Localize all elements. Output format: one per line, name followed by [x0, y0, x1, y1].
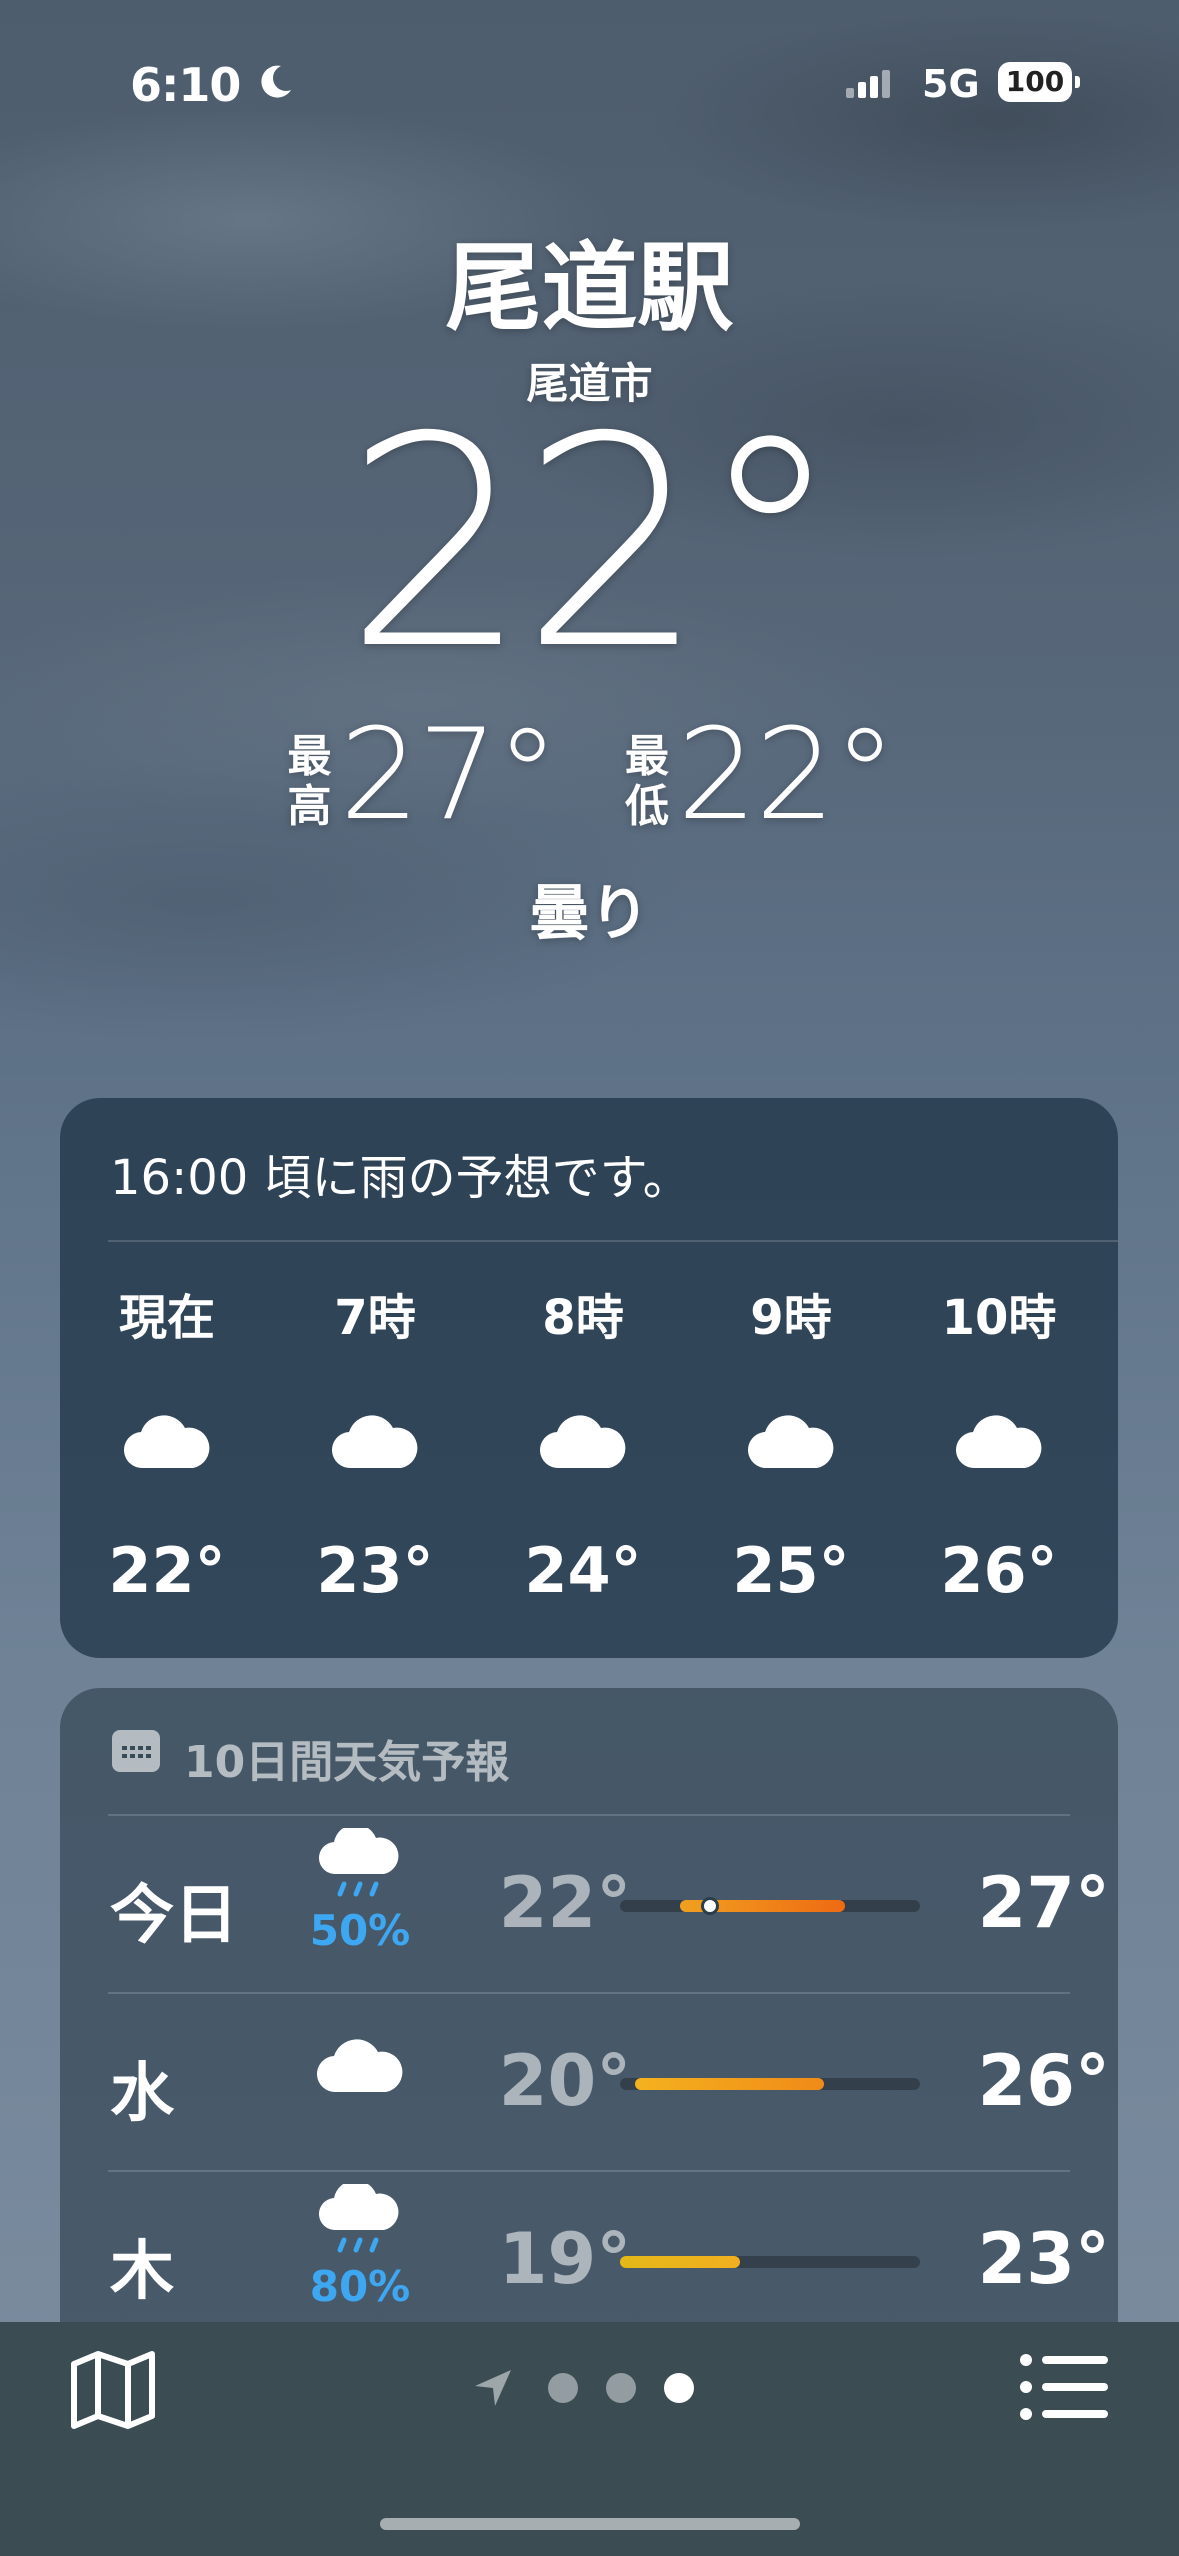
cloud-icon — [123, 1415, 210, 1469]
rain-summary: 16:00 頃に雨の予想です。 — [110, 1150, 691, 1206]
status-time: 6:10 — [130, 58, 241, 112]
divider — [108, 1240, 1118, 1242]
cloud-icon — [955, 1415, 1042, 1469]
hourly-forecast-card[interactable]: 16:00 頃に雨の予想です。 現在 22° 7時 23° 8時 24° 9時 25° 10時 2… — [60, 1098, 1118, 1658]
hour-temp: 24° — [524, 1534, 642, 1607]
temp-range-fill — [620, 2256, 740, 2268]
day-label: 木 — [110, 2235, 174, 2309]
page-dot[interactable] — [606, 2373, 637, 2403]
weather-icon-box — [305, 2036, 415, 2100]
signal-icon — [846, 70, 894, 98]
weather-icon-box: 80% — [305, 2180, 415, 2311]
forecast-row[interactable]: 今日 50% 22° 27° — [60, 1814, 1118, 1992]
hour-label: 現在 — [118, 1290, 215, 1346]
page-indicator[interactable] — [0, 2366, 1179, 2410]
cloud-icon — [316, 2039, 403, 2093]
hour-temp: 26° — [940, 1534, 1058, 1607]
forecast-title: 10日間天気予報 — [184, 1737, 510, 1788]
cloud-icon — [539, 1415, 626, 1469]
hour-label: 9時 — [750, 1290, 832, 1346]
hour-column: 7時 23° — [275, 1278, 475, 1607]
location-name: 尾道駅 — [445, 232, 734, 344]
battery-indicator: 100 — [998, 62, 1072, 102]
cloud-rain-icon — [318, 1824, 399, 1897]
page-dot[interactable] — [664, 2373, 695, 2403]
high-temp: 27° — [977, 1862, 1110, 1944]
low-label: 最低 — [625, 731, 670, 832]
hour-column: 10時 26° — [899, 1278, 1099, 1607]
battery-nub — [1075, 76, 1080, 88]
cloud-icon — [331, 1415, 418, 1469]
hour-column: 9時 25° — [691, 1278, 891, 1607]
hour-temp: 25° — [732, 1534, 850, 1607]
current-temperature: 22° — [344, 376, 842, 713]
page-dot[interactable] — [548, 2373, 579, 2403]
current-temp-dot — [701, 1897, 719, 1915]
forecast-row[interactable]: 水 20° 26° — [60, 1992, 1118, 2170]
ten-day-forecast-card[interactable]: 10日間天気予報 今日 50% 22° 27° 水 20° 26° 木 80% 19° 23° — [60, 1688, 1118, 2388]
calendar-icon — [112, 1730, 160, 1772]
precip-chance: 80% — [309, 2262, 411, 2311]
high-label: 最高 — [287, 731, 332, 832]
day-label: 水 — [110, 2057, 174, 2131]
hour-column: 8時 24° — [483, 1278, 683, 1607]
hour-label: 7時 — [334, 1290, 416, 1346]
low-value: 22° — [677, 701, 896, 848]
temp-range-bar — [620, 1897, 920, 1915]
temp-range-fill — [635, 2078, 824, 2090]
hour-label: 8時 — [542, 1290, 624, 1346]
moon-icon — [261, 65, 291, 98]
home-indicator — [380, 2518, 800, 2530]
day-label: 今日 — [110, 1879, 238, 1953]
precip-chance: 50% — [309, 1906, 411, 1955]
hour-temp: 22° — [108, 1534, 226, 1607]
temp-range-bar — [620, 2078, 920, 2090]
hour-temp: 23° — [316, 1534, 434, 1607]
high-value: 27° — [339, 701, 559, 848]
hour-column: 現在 22° — [67, 1278, 267, 1607]
location-arrow-icon[interactable] — [471, 2366, 515, 2410]
cloud-rain-icon — [318, 2180, 399, 2253]
high-temp: 26° — [977, 2040, 1110, 2122]
high-temp: 23° — [977, 2218, 1110, 2300]
temp-range-bar — [620, 2256, 920, 2268]
high-low: 最高 27° 最低 22° — [0, 710, 1179, 850]
hour-label: 10時 — [941, 1290, 1057, 1346]
condition-text: 曇り — [529, 879, 650, 949]
cloud-icon — [747, 1415, 834, 1469]
network-label: 5G — [922, 62, 980, 106]
weather-icon-box: 50% — [305, 1824, 415, 1955]
